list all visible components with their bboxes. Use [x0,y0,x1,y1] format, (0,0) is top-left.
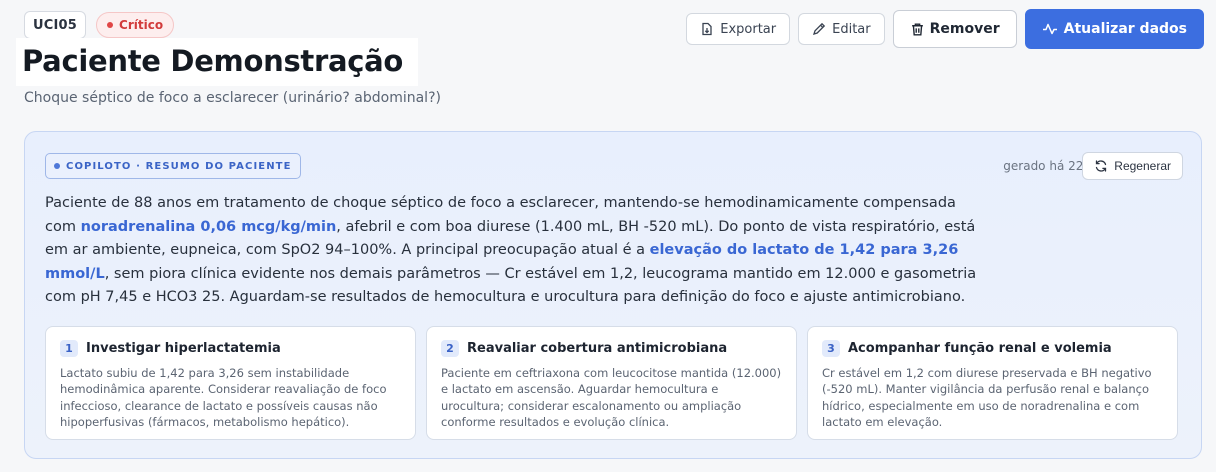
edit-label: Editar [832,21,871,37]
recommendation-title: Investigar hiperlactatemia [86,341,281,356]
summary-part: , sem piora clínica evidente nos demais … [45,265,977,306]
trash-icon [910,22,924,36]
pencil-icon [812,22,826,36]
recommendation-title: Acompanhar função renal e volemia [848,341,1112,356]
recommendation-text: Cr estável em 1,2 com diurese preservada… [822,366,1152,429]
recommendations-list: 1 Investigar hiperlactatemia Lactato sub… [45,326,1178,440]
copilot-dot-icon [54,163,60,169]
recommendation-text: Paciente em ceftriaxona com leucocitose … [441,366,782,429]
page-title: Paciente Demonstração [22,44,404,78]
refresh-icon [1094,159,1108,173]
critical-dot-icon [107,22,114,28]
summary-highlight-noradrenaline: noradrenalina 0,06 mcg/kg/min [80,218,337,235]
remove-button[interactable]: Remover [892,10,1017,48]
recommendation-title: Reavaliar cobertura antimicrobiana [467,341,728,356]
status-badge: Crítico [96,12,175,38]
recommendation-card: 1 Investigar hiperlactatemia Lactato sub… [45,326,416,440]
recommendation-number: 3 [822,340,840,357]
export-label: Exportar [720,21,777,37]
generated-timestamp: gerado há 22h [1003,159,1091,173]
recommendation-header: 3 Acompanhar função renal e volemia [822,340,1163,357]
recommendation-text: Lactato subiu de 1,42 para 3,26 sem inst… [60,366,387,429]
file-export-icon [700,22,714,36]
pulse-icon [1042,21,1058,37]
status-label: Crítico [119,18,164,32]
recommendation-card: 3 Acompanhar função renal e volemia Cr e… [807,326,1178,440]
regenerate-label: Regenerar [1114,159,1171,173]
patient-header-tags: UCI05 Crítico [24,11,175,39]
export-button[interactable]: Exportar [686,13,791,45]
regenerate-button[interactable]: Regenerar [1082,152,1183,180]
unit-badge: UCI05 [24,11,87,39]
recommendation-number: 1 [60,340,78,357]
copilot-tag: COPILOTO · RESUMO DO PACIENTE [45,153,301,179]
recommendation-header: 2 Reavaliar cobertura antimicrobiana [441,340,782,357]
edit-button[interactable]: Editar [798,13,885,45]
title-area: Paciente Demonstração [16,38,418,86]
recommendation-header: 1 Investigar hiperlactatemia [60,340,401,357]
recommendation-card: 2 Reavaliar cobertura antimicrobiana Pac… [426,326,797,440]
diagnosis-subtitle: Choque séptico de foco a esclarecer (uri… [24,90,441,106]
copilot-tag-label: COPILOTO · RESUMO DO PACIENTE [66,160,292,172]
copilot-summary-card: COPILOTO · RESUMO DO PACIENTE gerado há … [24,131,1202,459]
patient-summary-text: Paciente de 88 anos em tratamento de cho… [45,192,990,310]
recommendation-number: 2 [441,340,459,357]
action-toolbar: Exportar Editar Remover Atualizar dados [686,9,1204,49]
remove-label: Remover [929,21,1000,37]
refresh-data-button[interactable]: Atualizar dados [1024,9,1204,49]
refresh-label: Atualizar dados [1063,21,1187,37]
